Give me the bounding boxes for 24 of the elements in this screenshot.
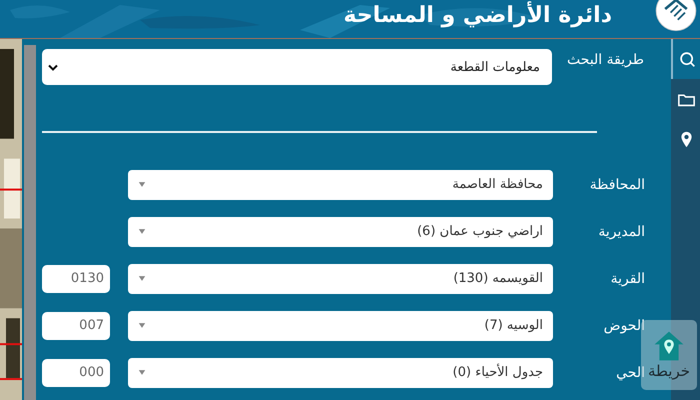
search-method-select[interactable]: معلومات القطعة [42, 49, 552, 85]
caret-icon [138, 370, 146, 375]
dropdown-select[interactable]: جدول الأحياء (0) [128, 358, 553, 388]
house-pin-icon [653, 330, 685, 362]
code-field[interactable]: 0130 [42, 264, 110, 292]
code-field[interactable]: 007 [42, 312, 110, 340]
chevron-icon [48, 64, 58, 70]
caret-icon [138, 323, 146, 328]
caret-icon [138, 276, 146, 281]
field-label: القرية [610, 270, 645, 286]
field-label: المحافظة [588, 176, 645, 192]
scrollbar[interactable] [24, 45, 36, 400]
caret-icon [138, 182, 146, 187]
dropdown-select[interactable]: الوسيه (7) [128, 310, 553, 340]
dropdown-select[interactable]: القويسمه (130) [128, 264, 553, 294]
field-label: المديرية [597, 224, 645, 240]
search-button[interactable] [671, 39, 700, 79]
dropdown-select[interactable]: محافظة العاصمة [128, 170, 553, 200]
search-icon [678, 50, 696, 68]
code-field[interactable]: 000 [42, 358, 110, 386]
field-label: طريقة البحث [566, 51, 644, 70]
dropdown-select[interactable]: اراضي جنوب عمان (6) [128, 216, 553, 246]
map-button[interactable]: خريطة [641, 320, 697, 390]
caret-icon [138, 229, 146, 234]
